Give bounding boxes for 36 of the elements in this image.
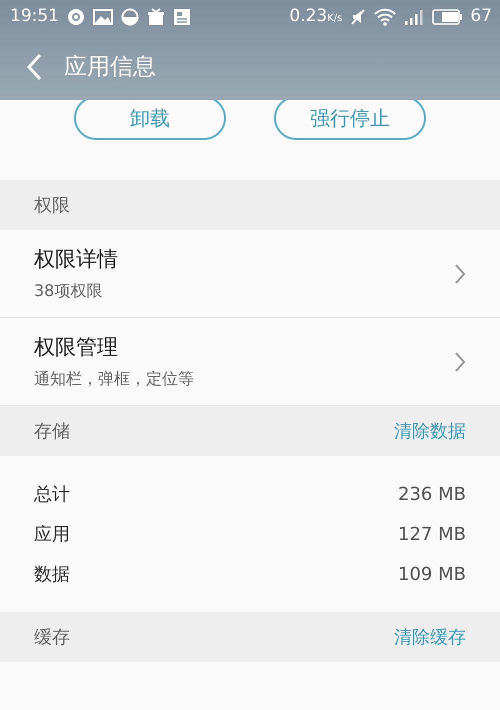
- section-header: 存储: [34, 420, 70, 444]
- gift-icon: [147, 8, 165, 26]
- storage-value: 109 MB: [398, 562, 466, 586]
- battery-percent: 67: [470, 5, 492, 28]
- section-header: 权限: [34, 194, 70, 218]
- section-link[interactable]: 清除缓存: [394, 624, 466, 650]
- section-link[interactable]: 清除数据: [394, 418, 466, 444]
- chevron-icon: [454, 350, 466, 372]
- signal-icon: [404, 8, 424, 26]
- section-header: 缓存: [34, 626, 70, 650]
- half-circle-icon: [121, 8, 139, 26]
- target-icon: [67, 8, 85, 26]
- speed-unit: K/s: [327, 12, 342, 26]
- list-item[interactable]: 权限详情 38项权限: [0, 230, 500, 318]
- chevron-icon: [454, 262, 466, 284]
- item-title: 权限管理: [34, 334, 119, 361]
- screen-title: 应用信息: [64, 52, 156, 82]
- item-subtitle: 38项权限: [34, 280, 104, 302]
- item-title: 权限详情: [34, 246, 119, 273]
- storage-value: 127 MB: [398, 522, 466, 546]
- storage-label: 应用: [34, 522, 70, 546]
- back-icon: [26, 53, 42, 81]
- document-icon: [173, 8, 191, 26]
- battery-icon: [432, 9, 462, 25]
- back-button[interactable]: [26, 53, 42, 81]
- action-button[interactable]: 强行停止: [274, 100, 426, 140]
- storage-value: 236 MB: [398, 482, 466, 506]
- storage-label: 总计: [34, 482, 70, 506]
- wifi-icon: [374, 8, 396, 26]
- item-subtitle: 通知栏，弹框，定位等: [34, 368, 195, 390]
- storage-label: 数据: [34, 562, 70, 586]
- status-time: 19:51: [10, 5, 59, 28]
- mute-icon: [350, 8, 366, 26]
- action-button[interactable]: 卸载: [74, 100, 226, 140]
- network-speed: 0.23: [289, 5, 328, 28]
- image-icon: [93, 9, 113, 25]
